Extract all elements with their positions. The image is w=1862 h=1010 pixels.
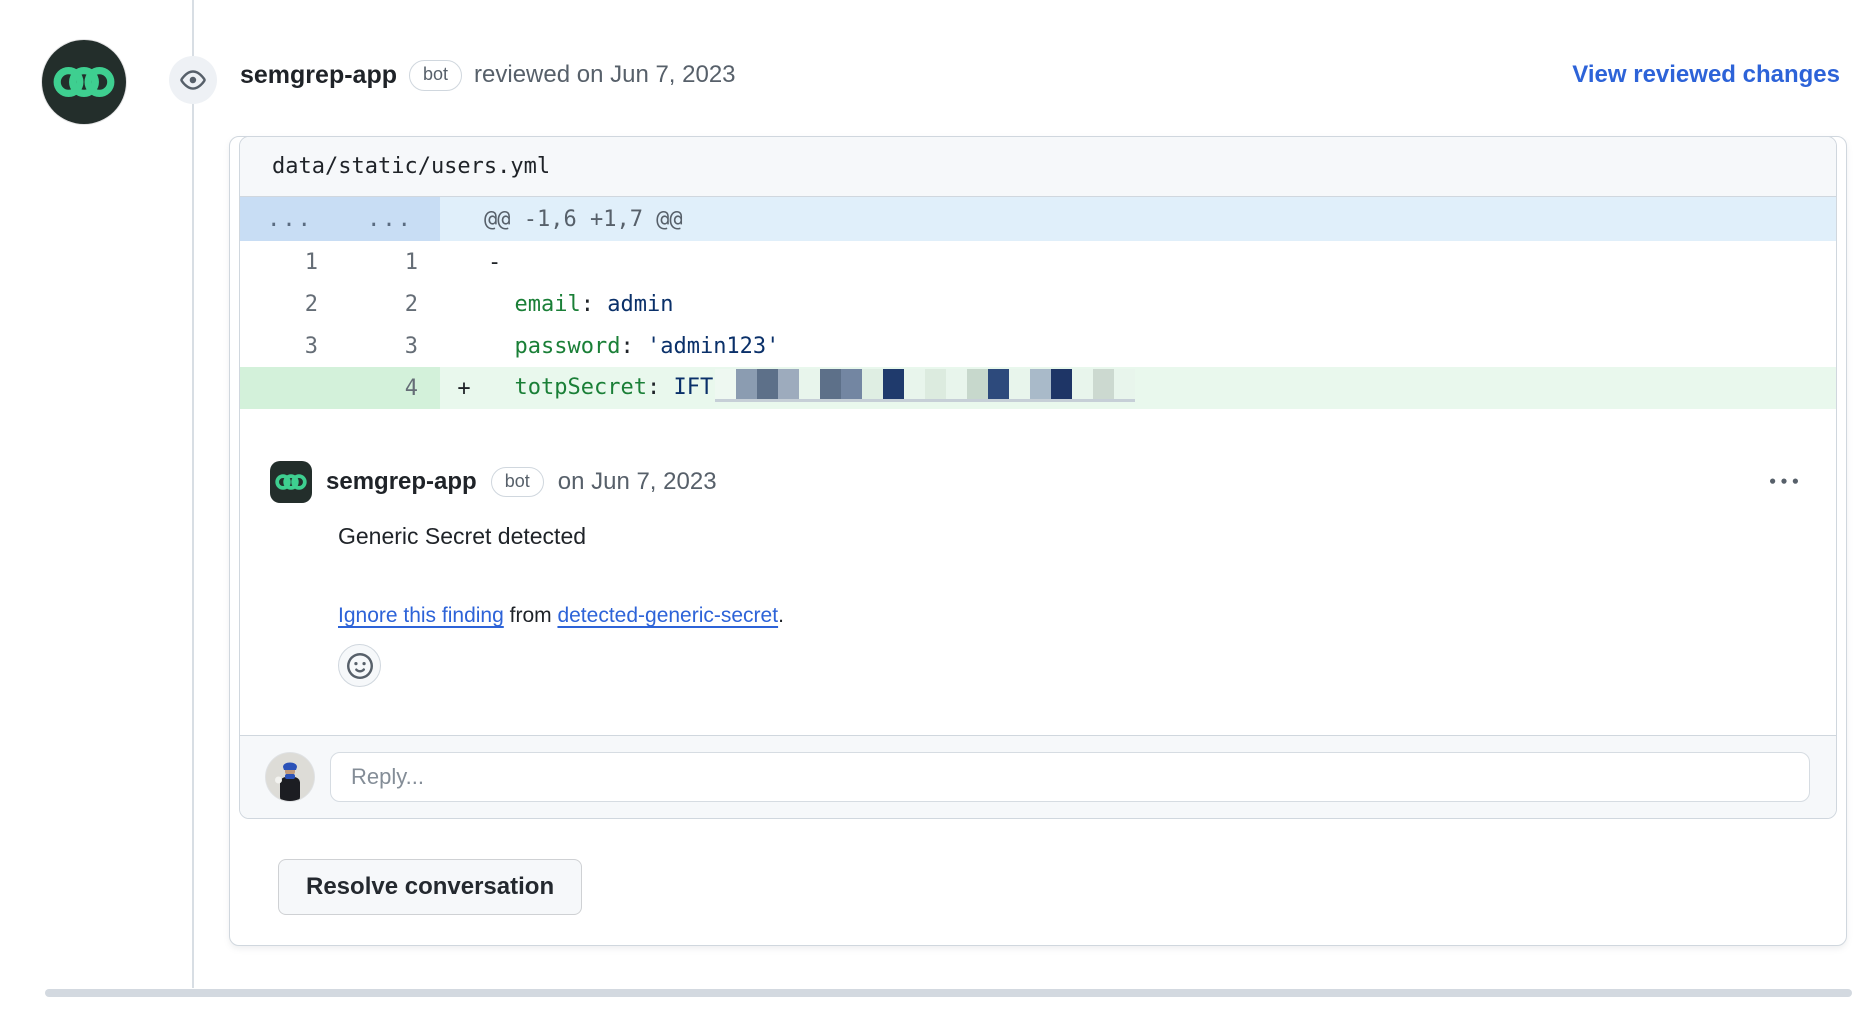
diff-line-number-old[interactable]: 2 [240, 283, 340, 325]
reviewer-avatar[interactable] [42, 40, 126, 124]
diff-code-text: - [488, 250, 501, 275]
review-header: semgrep-app bot reviewed on Jun 7, 2023 … [240, 60, 1840, 91]
diff-row: 3 3 password: 'admin123' [240, 325, 1836, 367]
view-reviewed-changes-link[interactable]: View reviewed changes [1572, 61, 1840, 89]
diff-line-number-new[interactable]: 2 [340, 283, 440, 325]
review-event-badge [169, 56, 217, 104]
bot-badge: bot [491, 467, 544, 498]
semgrep-logo-icon [274, 465, 308, 499]
timeline-line [192, 0, 194, 988]
resolve-conversation-button[interactable]: Resolve conversation [278, 859, 582, 915]
pr-review-thread: semgrep-app bot reviewed on Jun 7, 2023 … [0, 0, 1862, 1010]
diff-line-number-old[interactable]: 3 [240, 325, 340, 367]
diff-code-text: email: admin [488, 292, 673, 317]
next-item-divider [45, 989, 1852, 997]
diff-line-number-old[interactable]: 1 [240, 241, 340, 283]
diff-code-text: totpSecret: IFT [488, 375, 1135, 400]
person-photo [266, 753, 314, 801]
diff-file-path[interactable]: data/static/users.yml [240, 137, 1836, 197]
diff-table: ...... @@ -1,6 +1,7 @@ 1 1 - 2 2 email: … [240, 197, 1836, 409]
comment-date[interactable]: on Jun 7, 2023 [558, 468, 717, 496]
current-user-avatar [266, 753, 314, 801]
reviewer-name[interactable]: semgrep-app [240, 61, 397, 90]
diff-hunk-row: ...... @@ -1,6 +1,7 @@ [240, 197, 1836, 241]
redacted-secret [715, 369, 1135, 402]
finding-title: Generic Secret detected [338, 523, 1806, 550]
period-text: . [778, 604, 784, 627]
file-diff-card: data/static/users.yml ...... @@ -1,6 +1,… [239, 136, 1837, 819]
comment-author-name[interactable]: semgrep-app [326, 468, 477, 496]
comment-options-button[interactable] [1770, 468, 1798, 496]
eye-icon [180, 67, 206, 93]
from-text: from [504, 604, 558, 627]
diff-row: 2 2 email: admin [240, 283, 1836, 325]
finding-links-line: Ignore this finding from detected-generi… [338, 604, 1806, 628]
diff-marker: + [440, 367, 488, 409]
review-thread-card: data/static/users.yml ...... @@ -1,6 +1,… [229, 136, 1847, 946]
reply-input[interactable] [330, 752, 1810, 802]
diff-code-cell: - [488, 241, 1836, 283]
diff-marker [440, 241, 488, 283]
review-action-text: reviewed on Jun 7, 2023 [474, 61, 736, 89]
hunk-header-text: @@ -1,6 +1,7 @@ [440, 197, 1836, 241]
comment-header: semgrep-app bot on Jun 7, 2023 [270, 461, 1806, 503]
smiley-icon [347, 653, 373, 679]
diff-line-number-new[interactable]: 4 [340, 367, 440, 409]
hunk-gutter: ...... [240, 197, 440, 241]
comment-section: semgrep-app bot on Jun 7, 2023 Generic S… [240, 409, 1836, 735]
comment-body: Generic Secret detected Ignore this find… [338, 523, 1806, 687]
diff-line-number-old[interactable] [240, 367, 340, 409]
kebab-horizontal-icon [1770, 468, 1798, 496]
diff-code-cell: totpSecret: IFT [488, 367, 1836, 409]
resolve-row: Resolve conversation [230, 819, 1846, 945]
diff-row: 1 1 - [240, 241, 1836, 283]
diff-marker [440, 325, 488, 367]
add-reaction-button[interactable] [338, 644, 381, 687]
diff-line-number-new[interactable]: 1 [340, 241, 440, 283]
diff-code-cell: email: admin [488, 283, 1836, 325]
reply-footer [240, 735, 1836, 818]
comment-author-avatar[interactable] [270, 461, 312, 503]
hunk-old-ellipsis: ... [240, 207, 340, 232]
semgrep-logo-icon [51, 49, 117, 115]
ignore-finding-link[interactable]: Ignore this finding [338, 604, 504, 627]
diff-row: 4 + totpSecret: IFT [240, 367, 1836, 409]
diff-marker [440, 283, 488, 325]
bot-badge: bot [409, 60, 462, 91]
diff-rows: ...... @@ -1,6 +1,7 @@ 1 1 - 2 2 email: … [240, 197, 1836, 409]
diff-code-text: password: 'admin123' [488, 334, 779, 359]
hunk-new-ellipsis: ... [340, 207, 440, 232]
diff-code-cell: password: 'admin123' [488, 325, 1836, 367]
diff-line-number-new[interactable]: 3 [340, 325, 440, 367]
rule-link[interactable]: detected-generic-secret [557, 604, 778, 627]
